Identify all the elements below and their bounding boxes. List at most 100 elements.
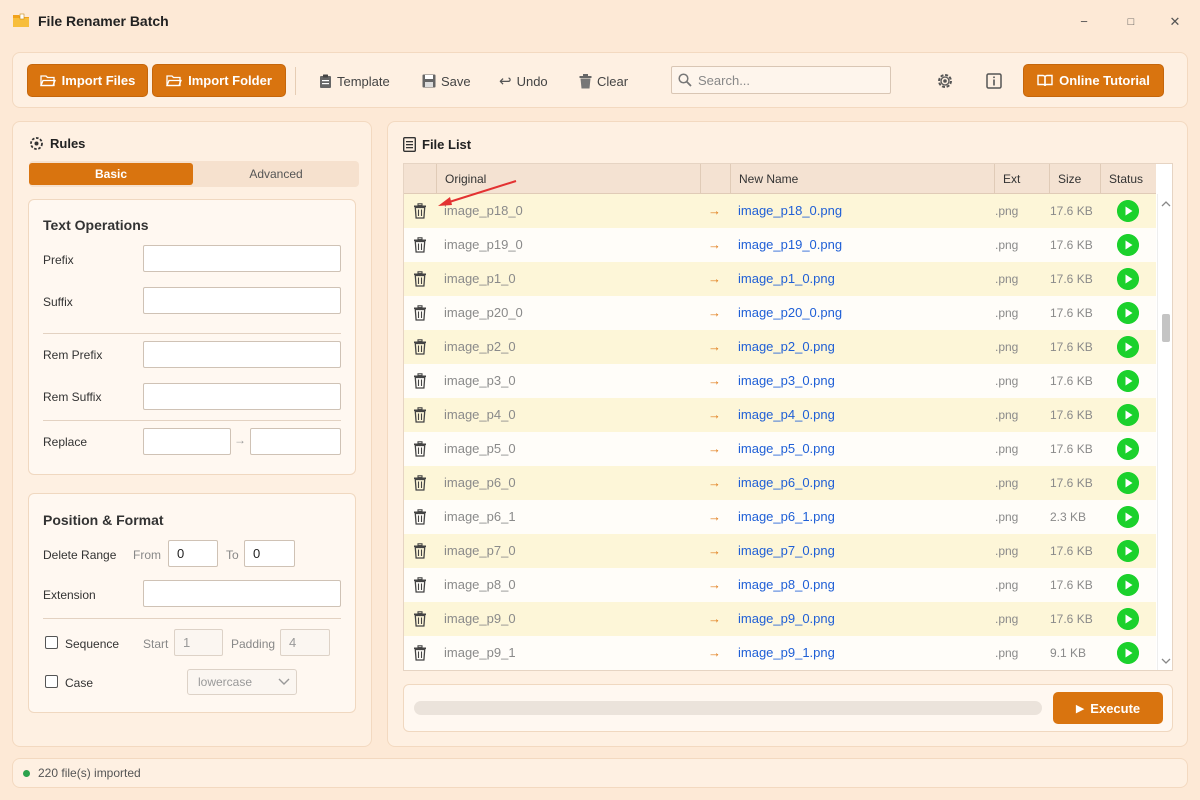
status-play-icon[interactable] [1117, 200, 1139, 222]
status-play-icon[interactable] [1117, 336, 1139, 358]
scroll-up-icon[interactable] [1161, 200, 1171, 207]
status-play-icon[interactable] [1117, 506, 1139, 528]
status-play-icon[interactable] [1117, 234, 1139, 256]
sequence-checkbox[interactable] [45, 636, 58, 649]
delete-to-input[interactable] [244, 540, 295, 567]
delete-trash-icon[interactable] [412, 577, 428, 593]
status-play-icon[interactable] [1117, 268, 1139, 290]
suffix-input[interactable] [143, 287, 341, 314]
delete-trash-icon[interactable] [412, 237, 428, 253]
rem-suffix-input[interactable] [143, 383, 341, 410]
tab-advanced[interactable]: Advanced [193, 163, 359, 185]
import-folder-button[interactable]: Import Folder [152, 64, 286, 97]
table-row[interactable]: image_p18_0 → image_p18_0.png .png 17.6 KB [404, 194, 1156, 228]
table-row[interactable]: image_p3_0 → image_p3_0.png .png 17.6 KB [404, 364, 1156, 398]
table-row[interactable]: image_p6_0 → image_p6_0.png .png 17.6 KB [404, 466, 1156, 500]
delete-trash-icon[interactable] [412, 271, 428, 287]
import-files-label: Import Files [61, 73, 136, 88]
status-play-icon[interactable] [1117, 540, 1139, 562]
rem-suffix-label: Rem Suffix [43, 390, 102, 404]
settings-gear-icon[interactable] [935, 71, 955, 91]
scroll-down-icon[interactable] [1161, 658, 1171, 665]
status-play-icon[interactable] [1117, 370, 1139, 392]
delete-trash-icon[interactable] [412, 373, 428, 389]
table-row[interactable]: image_p2_0 → image_p2_0.png .png 17.6 KB [404, 330, 1156, 364]
file-extension: .png [995, 612, 1019, 626]
rename-arrow-icon: → [708, 543, 721, 558]
table-row[interactable]: image_p9_0 → image_p9_0.png .png 17.6 KB [404, 602, 1156, 636]
column-header-size[interactable]: Size [1049, 164, 1100, 194]
new-name: image_p20_0.png [738, 305, 843, 320]
app-folder-icon [13, 13, 29, 27]
case-checkbox[interactable] [45, 675, 58, 688]
open-book-icon [1037, 74, 1053, 87]
delete-trash-icon[interactable] [412, 543, 428, 559]
original-name: image_p9_1 [444, 645, 516, 660]
status-play-icon[interactable] [1117, 608, 1139, 630]
delete-trash-icon[interactable] [412, 509, 428, 525]
execute-button[interactable]: ▶ Execute [1053, 692, 1163, 724]
vertical-scrollbar[interactable] [1157, 194, 1172, 670]
delete-trash-icon[interactable] [412, 645, 428, 661]
status-play-icon[interactable] [1117, 404, 1139, 426]
execute-bar: ▶ Execute [403, 684, 1173, 732]
replace-to-input[interactable] [250, 428, 341, 455]
extension-input[interactable] [143, 580, 341, 607]
rem-prefix-input[interactable] [143, 341, 341, 368]
table-row[interactable]: image_p8_0 → image_p8_0.png .png 17.6 KB [404, 568, 1156, 602]
search-box[interactable] [671, 66, 891, 94]
replace-label: Replace [43, 435, 88, 449]
column-header-original[interactable]: Original [436, 164, 700, 194]
delete-trash-icon[interactable] [412, 203, 428, 219]
delete-from-input[interactable] [168, 540, 218, 567]
undo-button[interactable]: ↩ Undo [499, 71, 548, 91]
clear-button[interactable]: Clear [579, 71, 628, 91]
column-header-status[interactable]: Status [1100, 164, 1156, 194]
delete-trash-icon[interactable] [412, 475, 428, 491]
close-button[interactable]: ✕ [1165, 12, 1185, 32]
table-row[interactable]: image_p6_1 → image_p6_1.png .png 2.3 KB [404, 500, 1156, 534]
template-button[interactable]: Template [319, 71, 390, 91]
minimize-button[interactable]: − [1074, 12, 1094, 32]
table-row[interactable]: image_p1_0 → image_p1_0.png .png 17.6 KB [404, 262, 1156, 296]
scrollbar-thumb[interactable] [1162, 314, 1170, 342]
status-play-icon[interactable] [1117, 642, 1139, 664]
replace-from-input[interactable] [143, 428, 231, 455]
delete-trash-icon[interactable] [412, 339, 428, 355]
table-row[interactable]: image_p7_0 → image_p7_0.png .png 17.6 KB [404, 534, 1156, 568]
tab-basic[interactable]: Basic [29, 163, 193, 185]
search-input[interactable] [698, 72, 878, 88]
maximize-button[interactable]: □ [1121, 12, 1141, 32]
column-header-new-name[interactable]: New Name [730, 164, 994, 194]
sequence-padding-input[interactable] [280, 629, 330, 656]
rename-arrow-icon: → [708, 475, 721, 490]
info-icon[interactable] [984, 71, 1004, 91]
table-row[interactable]: image_p4_0 → image_p4_0.png .png 17.6 KB [404, 398, 1156, 432]
divider [43, 420, 341, 421]
delete-trash-icon[interactable] [412, 407, 428, 423]
rename-arrow-icon: → [708, 441, 721, 456]
rename-arrow-icon: → [708, 203, 721, 218]
toolbar: Import Files Import Folder Template Save… [12, 52, 1188, 108]
table-row[interactable]: image_p19_0 → image_p19_0.png .png 17.6 KB [404, 228, 1156, 262]
file-extension: .png [995, 238, 1019, 252]
table-row[interactable]: image_p20_0 → image_p20_0.png .png 17.6 KB [404, 296, 1156, 330]
status-play-icon[interactable] [1117, 574, 1139, 596]
delete-trash-icon[interactable] [412, 611, 428, 627]
sequence-start-input[interactable] [174, 629, 223, 656]
delete-trash-icon[interactable] [412, 441, 428, 457]
status-play-icon[interactable] [1117, 472, 1139, 494]
online-tutorial-button[interactable]: Online Tutorial [1023, 64, 1164, 97]
table-row[interactable]: image_p5_0 → image_p5_0.png .png 17.6 KB [404, 432, 1156, 466]
case-select[interactable]: lowercase [187, 669, 297, 695]
file-extension: .png [995, 476, 1019, 490]
prefix-input[interactable] [143, 245, 341, 272]
column-header-ext[interactable]: Ext [994, 164, 1049, 194]
status-play-icon[interactable] [1117, 302, 1139, 324]
file-size: 17.6 KB [1050, 238, 1093, 252]
import-files-button[interactable]: Import Files [27, 64, 148, 97]
save-button[interactable]: Save [422, 71, 471, 91]
table-row[interactable]: image_p9_1 → image_p9_1.png .png 9.1 KB [404, 636, 1156, 670]
delete-trash-icon[interactable] [412, 305, 428, 321]
status-play-icon[interactable] [1117, 438, 1139, 460]
